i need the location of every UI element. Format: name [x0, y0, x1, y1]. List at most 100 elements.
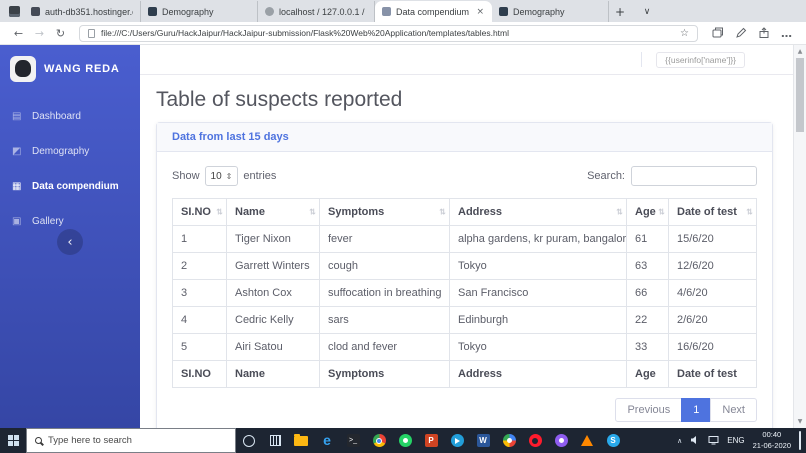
cortana-button[interactable] — [236, 428, 262, 453]
windows-logo-icon — [7, 435, 19, 446]
sidebar-item-dashboard[interactable]: ▤ Dashboard — [0, 99, 140, 134]
column-label: Date of test — [677, 206, 737, 218]
back-button[interactable]: ← — [10, 27, 27, 40]
topbar: {{userinfo['name']}} — [140, 45, 793, 75]
column-label: Name — [235, 206, 265, 218]
column-header-symptoms[interactable]: Symptoms ⇅ — [319, 198, 450, 226]
sidebar: WANG REDA ▤ Dashboard ◩ Demography ▦ Dat… — [0, 45, 140, 428]
taskbar-app-chrome[interactable] — [366, 428, 392, 453]
cell-sino: 4 — [172, 306, 227, 334]
footer-date: Date of test — [668, 360, 757, 388]
tab-demography-1[interactable]: Demography — [141, 1, 258, 22]
taskbar-app-terminal[interactable] — [340, 428, 366, 453]
entries-select[interactable]: 10 ⇕ — [204, 166, 239, 186]
taskbar-app-vlc[interactable] — [574, 428, 600, 453]
taskbar-app-opera[interactable] — [522, 428, 548, 453]
table-search-input[interactable] — [631, 166, 757, 186]
data-card: Data from last 15 days Show 10 ⇕ entries — [156, 122, 773, 428]
table-row: 2 Garrett Winters cough Tokyo 63 12/6/20 — [172, 252, 757, 280]
browser-scrollbar[interactable]: ▲ ▼ — [793, 45, 806, 428]
window-icon — [8, 5, 20, 17]
entries-label: entries — [243, 170, 277, 182]
sidebar-item-data-compendium[interactable]: ▦ Data compendium — [0, 169, 140, 204]
topbar-divider — [641, 52, 643, 67]
clock-time: 00:40 — [762, 430, 782, 440]
cell-name: Tiger Nixon — [226, 225, 320, 253]
browser-tab-bar: auth-db351.hostinger.com Demography loca… — [0, 0, 806, 22]
scroll-up-arrow[interactable]: ▲ — [794, 45, 806, 58]
sidebar-item-label: Dashboard — [32, 111, 81, 122]
brand[interactable]: WANG REDA — [0, 45, 140, 91]
page-length-control: Show 10 ⇕ entries — [172, 166, 276, 186]
favorite-star-icon[interactable]: ☆ — [680, 28, 689, 39]
tab-demography-2[interactable]: Demography — [492, 1, 609, 22]
tab-close-icon[interactable]: × — [475, 7, 485, 17]
cell-date: 4/6/20 — [668, 279, 757, 307]
forward-button[interactable]: → — [31, 27, 48, 40]
language-indicator[interactable]: ENG — [727, 436, 744, 445]
cell-symptoms: fever — [319, 225, 450, 253]
column-header-name[interactable]: Name ⇅ — [226, 198, 320, 226]
action-center-button[interactable] — [799, 430, 801, 450]
column-label: Symptoms — [328, 206, 385, 218]
system-tray: ∧ ENG 00:40 21-06-2020 — [677, 428, 806, 453]
settings-menu-icon[interactable]: … — [777, 27, 796, 40]
pagination-page-1-button[interactable]: 1 — [681, 398, 712, 422]
column-header-address[interactable]: Address ⇅ — [449, 198, 627, 226]
network-icon[interactable] — [708, 432, 719, 450]
tab-title: localhost / 127.0.0.1 / proj — [279, 6, 367, 17]
column-header-age[interactable]: Age ⇅ — [626, 198, 669, 226]
taskbar-search-input[interactable] — [48, 435, 227, 446]
volume-icon[interactable] — [690, 432, 700, 450]
taskbar-app-edge[interactable] — [314, 428, 340, 453]
viber-icon — [554, 434, 568, 447]
browser-viewport: WANG REDA ▤ Dashboard ◩ Demography ▦ Dat… — [0, 45, 806, 428]
cell-age: 63 — [626, 252, 669, 280]
sidebar-item-demography[interactable]: ◩ Demography — [0, 134, 140, 169]
tab-title: Demography — [513, 6, 565, 17]
tab-list-chevron-icon[interactable]: ∨ — [637, 1, 657, 22]
page-title: Table of suspects reported — [156, 88, 403, 111]
cell-name: Ashton Cox — [226, 279, 320, 307]
word-icon — [476, 434, 490, 447]
share-icon[interactable] — [754, 27, 773, 39]
hidden-icons-chevron[interactable]: ∧ — [677, 437, 682, 445]
column-header-sino[interactable]: SI.NO ⇅ — [172, 198, 227, 226]
tab-localhost[interactable]: localhost / 127.0.0.1 / proj — [258, 1, 375, 22]
tab-actions-menu-button[interactable] — [4, 0, 24, 22]
taskbar-search[interactable] — [26, 428, 236, 453]
taskbar-app-powerpoint[interactable] — [418, 428, 444, 453]
sort-icon: ⇅ — [658, 207, 665, 217]
column-header-date[interactable]: Date of test ⇅ — [668, 198, 757, 226]
terminal-icon — [346, 434, 360, 447]
collections-icon[interactable] — [708, 27, 727, 39]
url-field[interactable]: file:///C:/Users/Guru/HackJaipur/HackJai… — [79, 24, 698, 42]
start-button[interactable] — [0, 428, 26, 453]
scroll-down-arrow[interactable]: ▼ — [794, 415, 806, 428]
taskbar-app-whatsapp[interactable] — [392, 428, 418, 453]
table-header-row: SI.NO ⇅ Name ⇅ Symptoms ⇅ Address ⇅ Age ⇅ Dat… — [172, 198, 757, 226]
taskbar-app-google[interactable] — [496, 428, 522, 453]
taskbar-app-skype[interactable] — [600, 428, 626, 453]
pagination-next-button[interactable]: Next — [710, 398, 757, 422]
tab-data-compendium[interactable]: Data compendium × — [375, 1, 492, 22]
site-favicon — [265, 7, 274, 16]
scrollbar-thumb[interactable] — [796, 58, 804, 132]
refresh-button[interactable]: ↻ — [52, 27, 69, 40]
new-tab-button[interactable]: + — [609, 1, 631, 22]
pagination-previous-button[interactable]: Previous — [615, 398, 683, 422]
file-explorer-icon — [294, 433, 308, 446]
taskbar-app-telegram[interactable] — [444, 428, 470, 453]
cell-sino: 2 — [172, 252, 227, 280]
notification-icon — [799, 430, 801, 450]
task-view-button[interactable] — [262, 428, 288, 453]
taskbar-app-file-explorer[interactable] — [288, 428, 314, 453]
web-capture-icon[interactable] — [731, 27, 750, 39]
cell-symptoms: suffocation in breathing — [319, 279, 450, 307]
taskbar-app-viber[interactable] — [548, 428, 574, 453]
sidebar-toggle-button[interactable]: ‹ — [57, 229, 83, 255]
taskbar-clock[interactable]: 00:40 21-06-2020 — [753, 430, 791, 450]
tab-auth-hostinger[interactable]: auth-db351.hostinger.com — [24, 1, 141, 22]
taskbar-app-word[interactable] — [470, 428, 496, 453]
footer-symptoms: Symptoms — [319, 360, 450, 388]
